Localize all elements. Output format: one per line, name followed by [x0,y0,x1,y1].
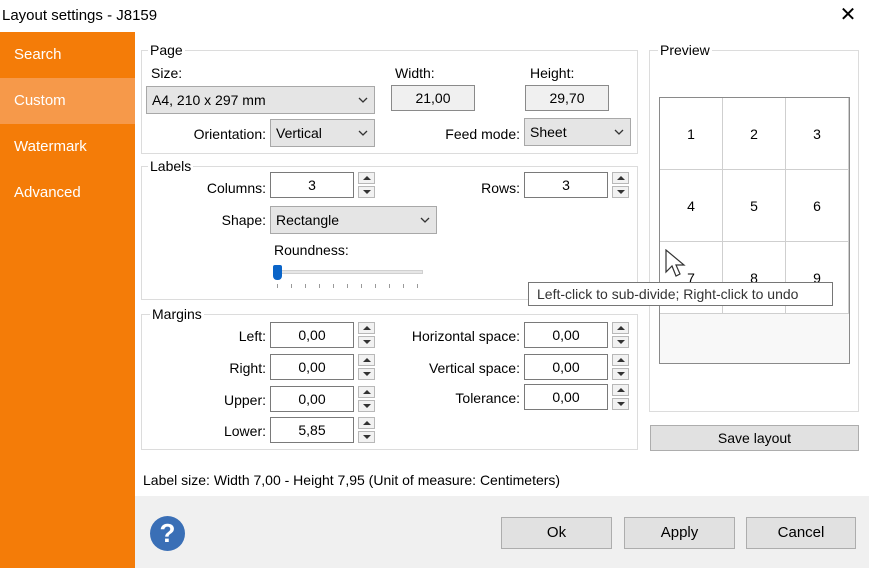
title-bar: Layout settings - J8159 ✕ [0,0,869,32]
feed-mode-label: Feed mode: [445,126,520,142]
columns-label: Columns: [206,180,266,196]
spin-down-button[interactable] [358,368,375,380]
ok-button[interactable]: Ok [501,517,612,549]
left-margin-label: Left: [238,328,266,344]
spin-up-button[interactable] [612,322,629,334]
sidebar-item-watermark[interactable]: Watermark [0,124,135,170]
slider-tick [333,284,334,288]
spin-up-button[interactable] [358,417,375,429]
right-margin-input[interactable]: 0,00 [270,354,354,380]
preview-cell-5[interactable]: 5 [723,170,786,242]
width-label: Width: [395,65,435,81]
orientation-dropdown[interactable]: Vertical [270,119,375,147]
label-size-status: Label size: Width 7,00 - Height 7,95 (Un… [143,472,561,488]
sidebar-item-advanced[interactable]: Advanced [0,170,135,216]
slider-thumb[interactable] [273,265,282,280]
width-field: 21,00 [391,85,475,111]
sidebar: Search Custom Watermark Advanced [0,32,135,568]
spin-down-button[interactable] [612,336,629,348]
shape-label: Shape: [221,212,266,228]
rows-label: Rows: [481,180,520,196]
lower-margin-input[interactable]: 5,85 [270,417,354,443]
slider-tick [417,284,418,288]
feed-mode-dropdown[interactable]: Sheet [524,118,631,146]
preview-cell-6[interactable]: 6 [786,170,849,242]
size-label: Size: [151,65,183,81]
preview-cell-3[interactable]: 3 [786,98,849,170]
page-legend: Page [148,42,185,58]
preview-cell-4[interactable]: 4 [660,170,723,242]
margins-legend: Margins [150,306,204,322]
slider-tick [305,284,306,288]
spin-up-button[interactable] [358,322,375,334]
upper-margin-label: Upper: [223,392,266,408]
columns-input[interactable]: 3 [270,172,354,198]
feed-mode-value: Sheet [530,124,567,140]
preview-grid[interactable]: 1 2 3 4 5 6 7 8 9 [659,97,850,364]
horizontal-space-input[interactable]: 0,00 [524,322,608,348]
mouse-cursor-icon [665,249,686,277]
chevron-down-icon [420,217,430,223]
vertical-space-label: Vertical space: [428,360,520,376]
spin-down-button[interactable] [358,186,375,198]
preview-legend: Preview [658,42,712,58]
slider-tick [347,284,348,288]
spin-down-button[interactable] [612,186,629,198]
height-field: 29,70 [525,85,609,111]
slider-tick [389,284,390,288]
chevron-down-icon [614,129,624,135]
orientation-value: Vertical [276,125,322,141]
help-icon[interactable]: ? [150,516,185,551]
size-value: A4, 210 x 297 mm [152,92,266,108]
height-label: Height: [530,65,575,81]
slider-tick [277,284,278,288]
right-margin-label: Right: [229,360,266,376]
slider-tick [291,284,292,288]
preview-cell-2[interactable]: 2 [723,98,786,170]
rows-input[interactable]: 3 [524,172,608,198]
cancel-button[interactable]: Cancel [746,517,856,549]
slider-tick [403,284,404,288]
spin-up-button[interactable] [612,384,629,396]
chevron-down-icon [358,130,368,136]
spin-up-button[interactable] [358,172,375,184]
slider-track [273,270,423,274]
save-layout-button[interactable]: Save layout [650,425,859,451]
spin-up-button[interactable] [612,354,629,366]
window-title: Layout settings - J8159 [2,7,158,24]
preview-cell-1[interactable]: 1 [660,98,723,170]
tolerance-input[interactable]: 0,00 [524,384,608,410]
lower-margin-label: Lower: [223,423,266,439]
sidebar-item-custom[interactable]: Custom [0,78,135,124]
spin-down-button[interactable] [358,400,375,412]
chevron-down-icon [358,97,368,103]
left-margin-input[interactable]: 0,00 [270,322,354,348]
vertical-space-input[interactable]: 0,00 [524,354,608,380]
close-icon[interactable]: ✕ [836,4,860,28]
slider-tick [319,284,320,288]
slider-tick [375,284,376,288]
shape-value: Rectangle [276,212,340,228]
roundness-slider[interactable] [271,262,423,290]
spin-up-button[interactable] [358,386,375,398]
sidebar-item-search[interactable]: Search [0,32,135,78]
horizontal-space-label: Horizontal space: [411,328,520,344]
roundness-label: Roundness: [274,242,349,258]
size-dropdown[interactable]: A4, 210 x 297 mm [146,86,375,114]
upper-margin-input[interactable]: 0,00 [270,386,354,412]
shape-dropdown[interactable]: Rectangle [270,206,437,234]
labels-legend: Labels [148,158,194,174]
tolerance-label: Tolerance: [455,390,520,406]
spin-down-button[interactable] [612,398,629,410]
preview-tooltip: Left-click to sub-divide; Right-click to… [528,282,833,306]
spin-up-button[interactable] [612,172,629,184]
orientation-label: Orientation: [193,126,266,142]
apply-button[interactable]: Apply [624,517,735,549]
slider-tick [361,284,362,288]
spin-up-button[interactable] [358,354,375,366]
spin-down-button[interactable] [358,431,375,443]
spin-down-button[interactable] [612,368,629,380]
spin-down-button[interactable] [358,336,375,348]
